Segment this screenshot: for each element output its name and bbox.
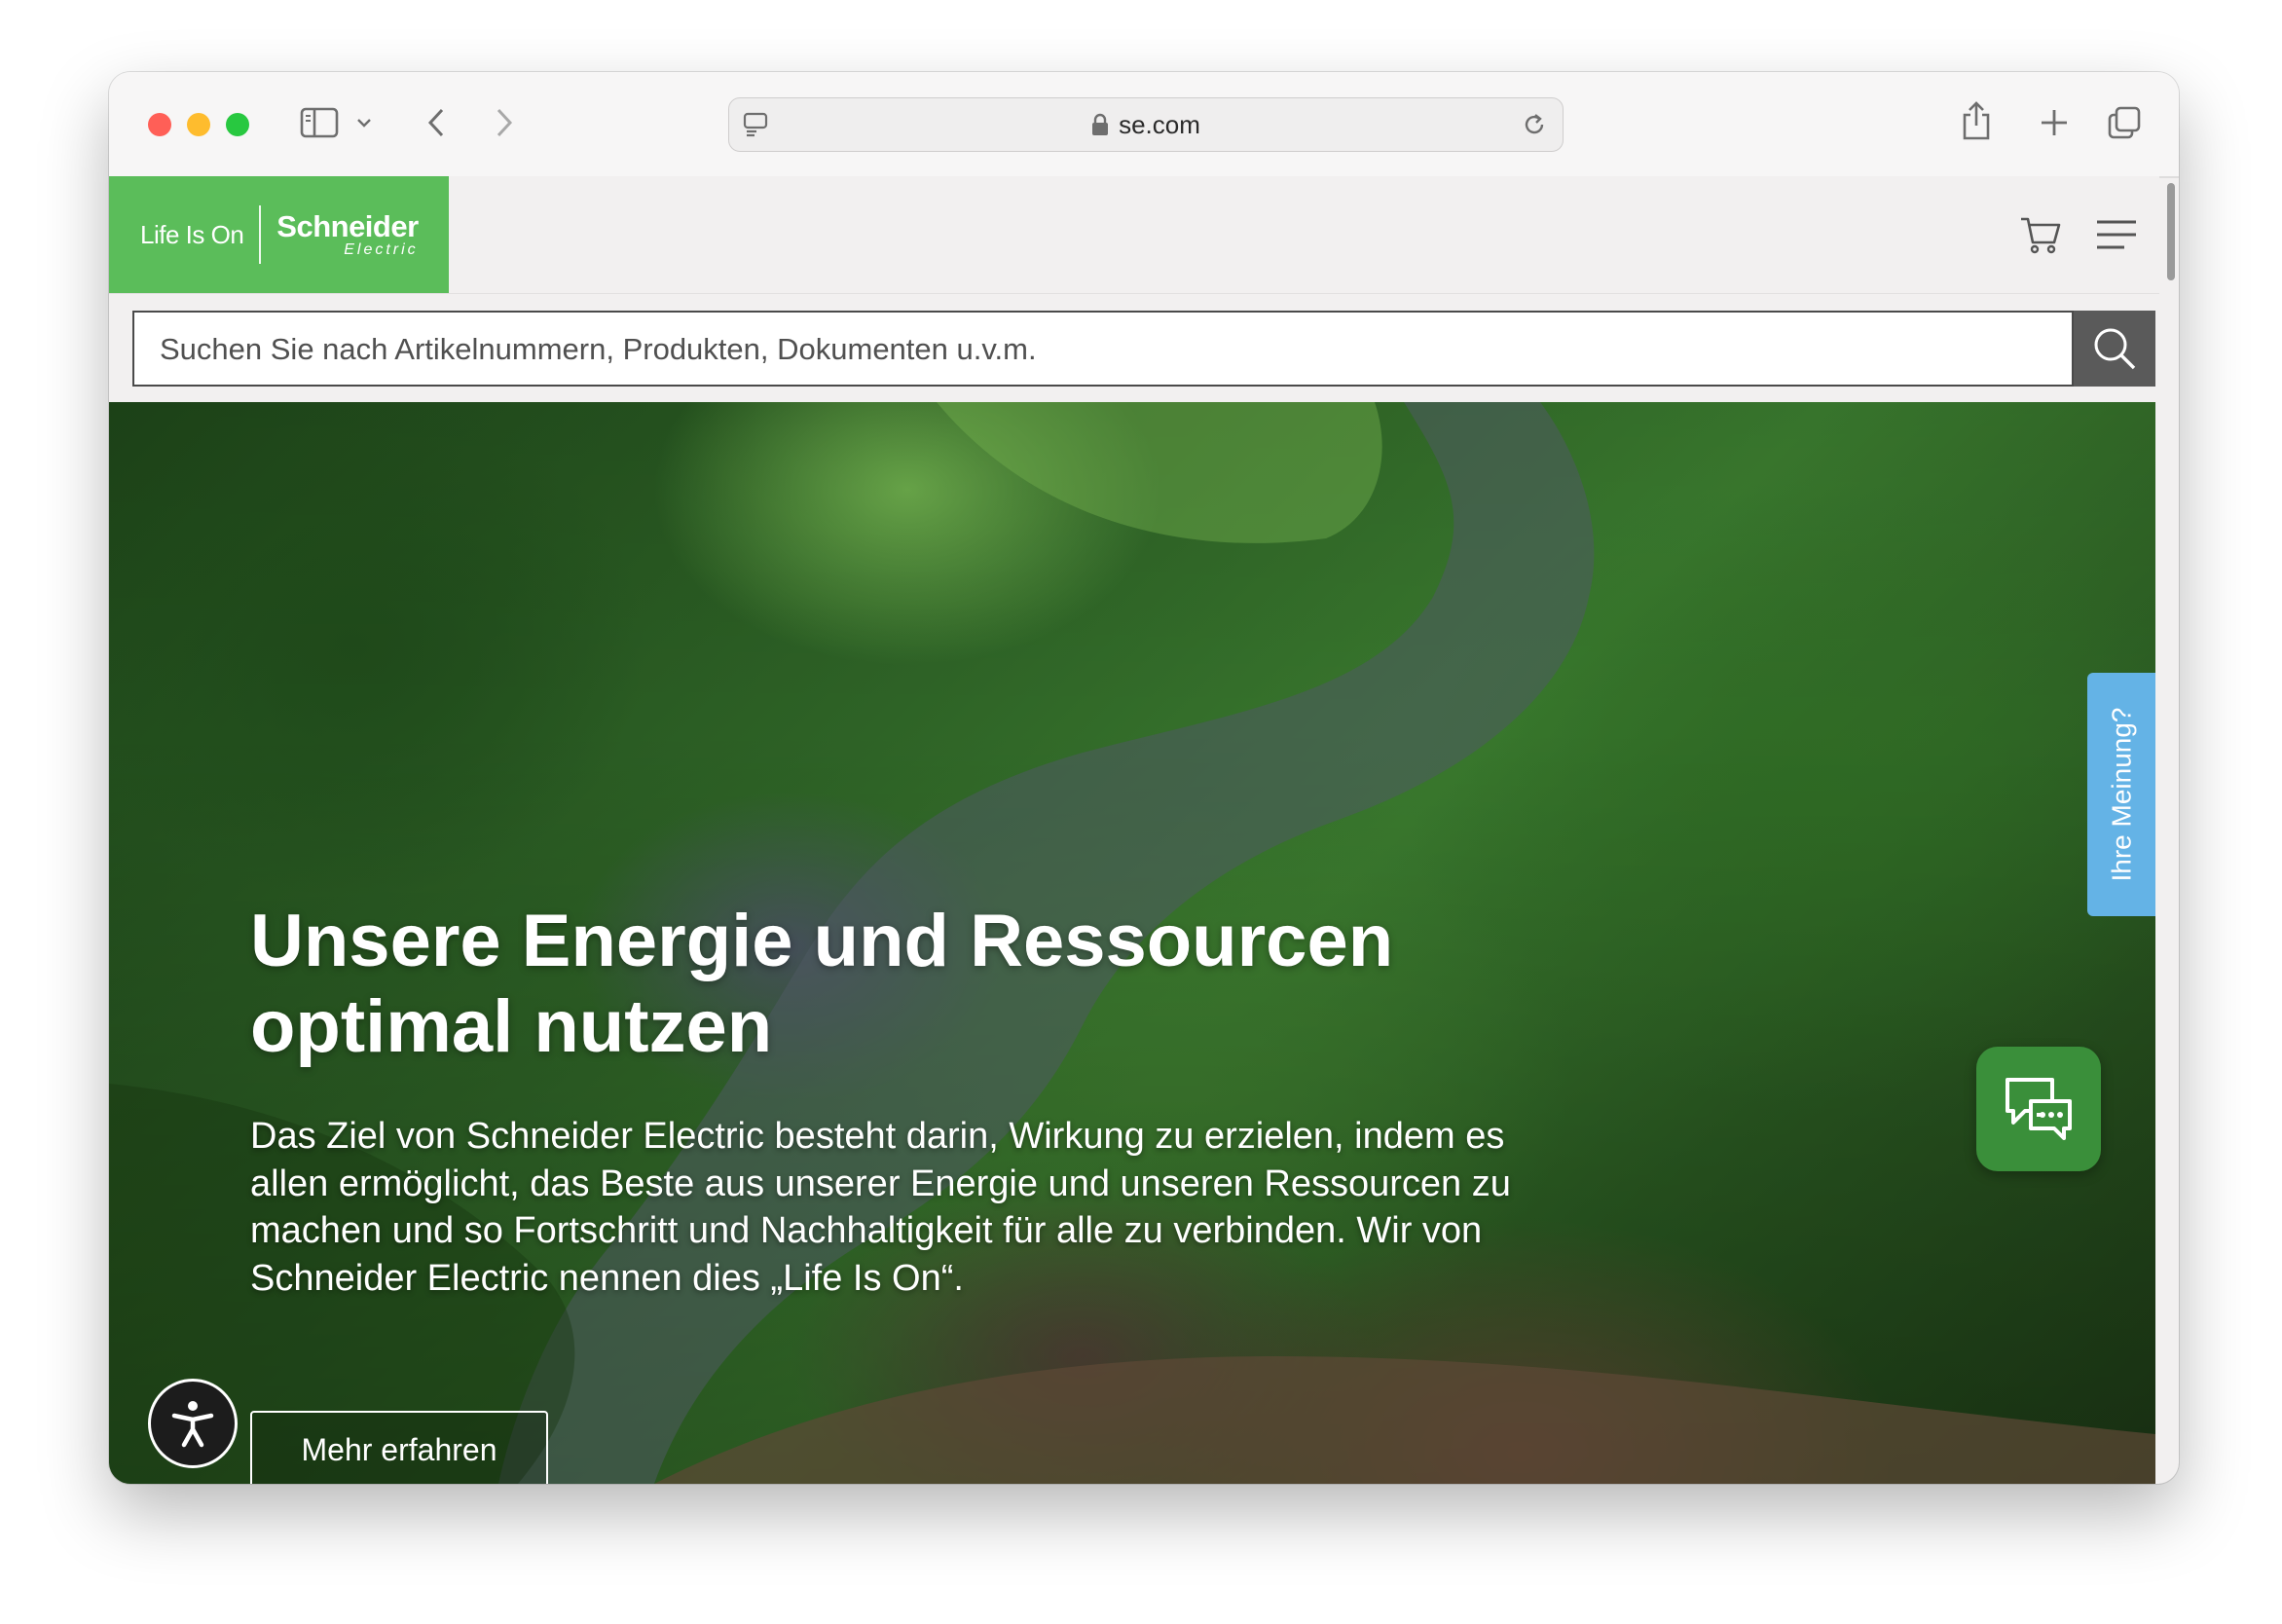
search-input[interactable] xyxy=(158,313,2011,387)
logo-brand-name: Schneider xyxy=(276,209,419,243)
back-icon[interactable] xyxy=(419,101,454,144)
cart-icon[interactable] xyxy=(2017,211,2064,258)
web-page: Life Is On Schneider Electric Suchen Sie… xyxy=(109,176,2159,1484)
search-button[interactable] xyxy=(2074,311,2155,387)
feedback-label: Ihre Meinung? xyxy=(2106,707,2137,882)
browser-window: se.com Life Is On Schneider Electric Suc… xyxy=(109,72,2179,1484)
page-scrollbar[interactable] xyxy=(2167,183,2175,280)
minimize-window-button[interactable] xyxy=(187,113,210,136)
url-display: se.com xyxy=(729,98,1563,151)
lock-icon xyxy=(1091,113,1109,136)
forward-icon[interactable] xyxy=(487,101,522,144)
chat-button[interactable] xyxy=(1976,1047,2101,1171)
address-bar[interactable]: se.com xyxy=(728,97,1564,152)
zoom-window-button[interactable] xyxy=(226,113,249,136)
magnifier-icon xyxy=(2094,328,2136,370)
hamburger-menu-icon[interactable] xyxy=(2093,215,2140,254)
hero-description: Das Ziel von Schneider Electric besteht … xyxy=(250,1116,1511,1299)
reload-icon[interactable] xyxy=(1520,110,1549,139)
new-tab-icon[interactable] xyxy=(2035,103,2074,142)
share-icon[interactable] xyxy=(1957,97,1996,144)
accessibility-person-icon xyxy=(171,1401,214,1448)
logo-divider xyxy=(259,205,262,264)
sidebar-toggle-icon[interactable] xyxy=(298,103,341,142)
browser-toolbar: se.com xyxy=(109,72,2179,178)
chat-bubbles-icon xyxy=(2006,1078,2072,1140)
url-text: se.com xyxy=(1119,109,1200,139)
hero-banner: Unsere Energie und Ressourcen optimal nu… xyxy=(109,402,2155,1484)
mehr-erfahren-button[interactable]: Mehr erfahren xyxy=(250,1411,548,1484)
logo-brand: Schneider Electric xyxy=(276,209,419,258)
logo-tagline: Life Is On xyxy=(140,219,244,249)
close-window-button[interactable] xyxy=(148,113,171,136)
header-divider xyxy=(109,293,2159,294)
logo-brand-sub: Electric xyxy=(344,241,419,258)
accessibility-button[interactable] xyxy=(148,1379,238,1468)
schneider-logo[interactable]: Life Is On Schneider Electric xyxy=(109,176,449,293)
search-box xyxy=(132,311,2074,387)
chevron-down-icon[interactable] xyxy=(352,111,376,134)
hero-title: Unsere Energie und Ressourcen optimal nu… xyxy=(250,900,1394,1068)
tab-overview-icon[interactable] xyxy=(2105,103,2144,142)
feedback-tab[interactable]: Ihre Meinung? xyxy=(2087,673,2155,916)
